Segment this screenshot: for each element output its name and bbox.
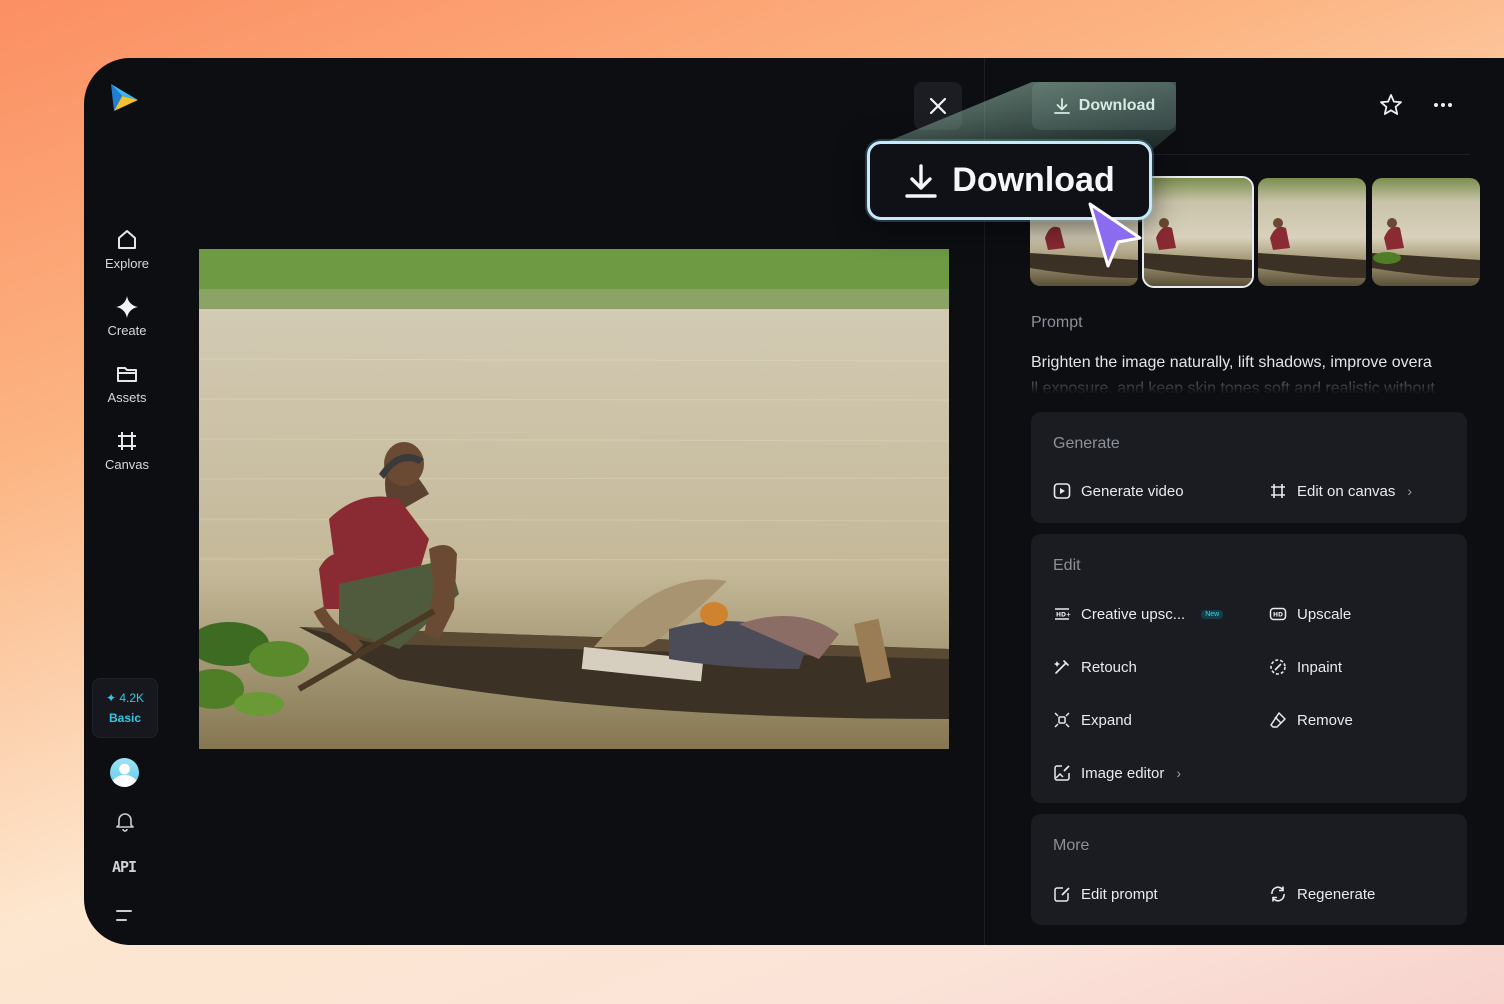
cursor-pointer-icon (1088, 202, 1142, 268)
sidebar-item-assets[interactable]: Assets (84, 362, 170, 405)
app-window: Explore Create Assets Canvas ✦ 4.2K Basi… (84, 58, 1504, 945)
new-badge: New (1201, 609, 1224, 619)
generate-video-button[interactable]: Generate video (1053, 482, 1184, 500)
svg-text:HD+: HD+ (1056, 612, 1071, 619)
image-editor-button[interactable]: Image editor › (1053, 764, 1181, 782)
menu-icon[interactable] (115, 908, 133, 924)
bell-icon[interactable] (114, 810, 136, 832)
image-edit-icon (1054, 765, 1070, 781)
sidebar-item-label: Explore (104, 256, 150, 271)
more-section: More Edit prompt Regenerate (1031, 814, 1467, 925)
download-button[interactable]: Download (1032, 82, 1176, 130)
folder-icon (117, 367, 137, 382)
frame-icon (1271, 484, 1285, 498)
sidebar-item-explore[interactable]: Explore (84, 228, 170, 271)
frame-icon (118, 432, 136, 450)
edit-section: Edit HD+ Creative upsc... New HD Upscale… (1031, 534, 1467, 803)
download-icon (1053, 98, 1070, 114)
thumbnail-2[interactable] (1142, 176, 1254, 288)
credits-badge[interactable]: ✦ 4.2K Basic (92, 678, 158, 738)
photo-scene (199, 249, 949, 749)
sidebar-item-label: Canvas (104, 457, 150, 472)
generate-title: Generate (1053, 435, 1120, 452)
regenerate-button[interactable]: Regenerate (1269, 885, 1375, 903)
edit-on-canvas-button[interactable]: Edit on canvas › (1269, 482, 1412, 500)
plan-label: Basic (108, 711, 142, 725)
more-title: More (1053, 837, 1090, 854)
play-square-icon (1053, 483, 1071, 499)
sparkle-icon (116, 296, 138, 318)
hd-icon: HD (1269, 607, 1287, 621)
sidebar-item-label: Create (107, 323, 147, 338)
chevron-right-icon: › (1407, 483, 1413, 499)
sidebar-item-label: Assets (107, 390, 147, 405)
star-icon[interactable] (1378, 92, 1404, 118)
avatar[interactable] (110, 758, 139, 787)
callout-download-label: Download (952, 161, 1115, 199)
sparkle-icon: ✦ (105, 691, 117, 705)
sidebar-item-canvas[interactable]: Canvas (84, 429, 170, 472)
download-label: Download (1078, 97, 1156, 114)
prompt-text[interactable]: Brighten the image naturally, lift shado… (1031, 350, 1471, 394)
eraser-icon (1270, 712, 1286, 728)
svg-text:HD: HD (1273, 612, 1283, 619)
remove-button[interactable]: Remove (1269, 711, 1353, 729)
prompt-label: Prompt (1031, 314, 1083, 331)
regenerate-icon (1271, 886, 1285, 902)
main-image (199, 249, 949, 749)
inpaint-icon (1270, 659, 1286, 675)
retouch-button[interactable]: Retouch (1053, 658, 1137, 676)
chevron-right-icon: › (1176, 765, 1182, 781)
sidebar-item-create[interactable]: Create (84, 295, 170, 338)
expand-button[interactable]: Expand (1053, 711, 1132, 729)
close-button[interactable] (914, 82, 962, 130)
app-logo[interactable] (108, 80, 142, 114)
more-options-icon[interactable] (1430, 92, 1456, 118)
generate-section: Generate Generate video Edit on canvas › (1031, 412, 1467, 523)
api-link[interactable]: API (112, 858, 137, 876)
thumbnail-4[interactable] (1372, 178, 1480, 286)
edit-prompt-icon (1054, 887, 1070, 902)
edit-prompt-button[interactable]: Edit prompt (1053, 885, 1158, 903)
inpaint-button[interactable]: Inpaint (1269, 658, 1342, 676)
home-icon (118, 230, 136, 249)
download-icon (905, 163, 937, 198)
creative-upscale-button[interactable]: HD+ Creative upsc... New (1053, 605, 1224, 623)
hd-plus-icon: HD+ (1055, 608, 1071, 620)
close-icon (929, 97, 947, 115)
expand-icon (1054, 712, 1070, 728)
magic-wand-icon (1054, 660, 1069, 674)
credits-value: ✦ 4.2K (105, 691, 145, 705)
edit-title: Edit (1053, 557, 1081, 574)
thumbnail-3[interactable] (1258, 178, 1366, 286)
upscale-button[interactable]: HD Upscale (1269, 605, 1351, 623)
